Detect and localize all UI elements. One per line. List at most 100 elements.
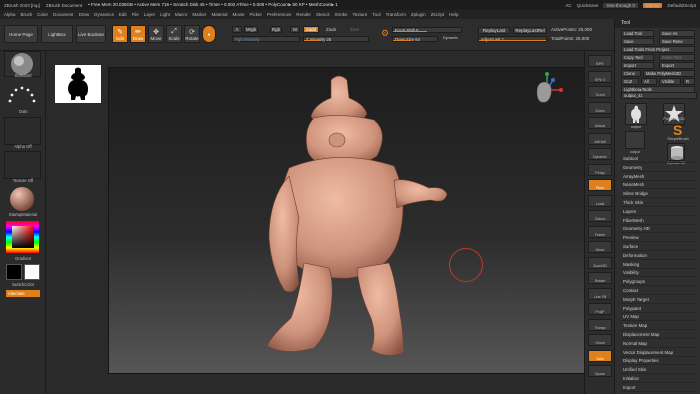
focal-shift-slider[interactable]: Focal Shift 0 xyxy=(392,27,462,33)
menu-edit[interactable]: Edit xyxy=(119,12,127,17)
shelf-button-polyf[interactable]: PolyF xyxy=(588,303,612,315)
stroke-thumbnail[interactable] xyxy=(4,81,41,109)
section-geometry-hd[interactable]: Geometry HD xyxy=(621,225,697,234)
shelf-button-gizmo[interactable]: Gizmo xyxy=(588,210,612,222)
tool-button-r[interactable]: R xyxy=(683,78,695,85)
section-displacement-map[interactable]: Displacement Map xyxy=(621,331,697,339)
section-polygroups[interactable]: Polygroups xyxy=(621,278,697,287)
edit-button[interactable]: ✎ Edit xyxy=(112,25,128,43)
shelf-button-local[interactable]: Local xyxy=(588,194,612,207)
menu-marker[interactable]: Marker xyxy=(192,12,206,17)
home-page-button[interactable]: Home Page xyxy=(4,25,38,43)
viewport-canvas[interactable] xyxy=(108,67,603,374)
shelf-button-zoom[interactable]: Zoom xyxy=(588,101,612,114)
secondary-color-swatch[interactable] xyxy=(24,264,40,280)
section-subtool[interactable]: Subtool xyxy=(621,155,697,163)
tool-button-save-rene[interactable]: Save Rene xyxy=(659,38,695,45)
section-vector-displacement-map[interactable]: Vector Displacement Map xyxy=(621,349,697,357)
tool-thumb-simplebrush[interactable]: S xyxy=(670,122,686,138)
move-button[interactable]: ✥ Move xyxy=(148,25,164,43)
scale-button[interactable]: ⤢ Scale xyxy=(166,25,182,43)
tool-button-load-tool[interactable]: Load Tool xyxy=(621,30,654,37)
menu-layer[interactable]: Layer xyxy=(144,12,155,17)
replay-last-rel-button[interactable]: ReplayLastRel xyxy=(513,27,547,34)
main-color-swatch[interactable] xyxy=(6,264,22,280)
section-unified-skin[interactable]: Unified Skin xyxy=(621,366,697,375)
section-display-properties[interactable]: Display Properties xyxy=(621,357,697,366)
section-arraymesh[interactable]: ArrayMesh xyxy=(621,173,697,181)
menu-draw[interactable]: Draw xyxy=(79,12,90,17)
section-uv-map[interactable]: UV Map xyxy=(621,313,697,322)
menus-button[interactable]: Menus xyxy=(642,2,663,8)
shelf-button-move[interactable]: Move xyxy=(588,241,612,253)
tool-button-load-tools-from-project[interactable]: Load Tools From Project xyxy=(621,46,695,53)
shelf-button-dynamic[interactable]: Dynamic xyxy=(588,148,612,160)
shelf-button-line-fill[interactable]: Line Fill xyxy=(588,287,612,300)
default-script[interactable]: DefaultZScript xyxy=(667,3,696,8)
tool-button-visible[interactable]: Visible xyxy=(659,78,681,85)
menu-tool[interactable]: Tool xyxy=(372,12,380,17)
rgb-intensity-slider[interactable]: Rgb Intensity xyxy=(232,36,300,42)
menu-alpha[interactable]: Alpha xyxy=(4,12,16,17)
shelf-button-actual[interactable]: Actual xyxy=(588,117,612,129)
menu-stencil[interactable]: Stencil xyxy=(316,12,330,17)
tool-button-import[interactable]: Import xyxy=(621,62,654,69)
menu-picker[interactable]: Picker xyxy=(249,12,262,17)
ac-label[interactable]: AC xyxy=(565,3,571,8)
zsub-toggle[interactable]: Zsub xyxy=(326,27,336,32)
shelf-button-bpr[interactable]: BPR xyxy=(588,55,612,67)
tool-button-make-polymesh3d[interactable]: Make PolyMesh3D xyxy=(643,70,695,77)
section-nanomesh[interactable]: NanoMesh xyxy=(621,181,697,190)
section-visibility[interactable]: Visibility xyxy=(621,269,697,278)
shelf-button-frame[interactable]: Frame xyxy=(588,225,612,238)
zadd-toggle[interactable]: Zadd xyxy=(303,26,319,33)
tool-button-clone[interactable]: Clone xyxy=(621,70,641,77)
section-import[interactable]: Import xyxy=(621,384,697,392)
section-geometry[interactable]: Geometry xyxy=(621,164,697,172)
tool-button-save-as[interactable]: Save As xyxy=(659,30,695,37)
shelf-button-transp[interactable]: Transp xyxy=(588,318,612,331)
navigation-gizmo[interactable] xyxy=(527,70,567,110)
tool-thumb-output[interactable] xyxy=(625,103,647,125)
tool-button-goz[interactable]: GoZ xyxy=(621,78,639,85)
menu-zplugin[interactable]: Zplugin xyxy=(411,12,426,17)
live-boolean-button[interactable]: Live Boolean xyxy=(76,25,106,43)
tool-button-all[interactable]: All xyxy=(641,78,657,85)
section-polypaint[interactable]: Polypaint xyxy=(621,305,697,313)
tool-thumb-output-2[interactable] xyxy=(625,131,645,149)
shelf-button-floor[interactable]: Floor xyxy=(588,179,612,191)
shelf-button-solo[interactable]: Solo xyxy=(588,349,612,362)
menu-stroke[interactable]: Stroke xyxy=(335,12,348,17)
alternate-button[interactable]: Alternate xyxy=(6,290,40,297)
sculpt-model[interactable] xyxy=(109,68,604,375)
section-preview[interactable]: Preview xyxy=(621,234,697,243)
shelf-button-ghost[interactable]: Ghost xyxy=(588,334,612,346)
alpha-thumbnail[interactable] xyxy=(4,117,41,145)
menu-brush[interactable]: Brush xyxy=(21,12,33,17)
tool-button-copy-tool[interactable]: Copy Tool xyxy=(621,54,654,61)
menu-macro[interactable]: Macro xyxy=(175,12,188,17)
dynamic-toggle[interactable]: Dynamic xyxy=(443,36,458,40)
menu-material[interactable]: Material xyxy=(211,12,227,17)
section-contact[interactable]: Contact xyxy=(621,287,697,295)
section-masking[interactable]: Masking xyxy=(621,261,697,269)
section-layers[interactable]: Layers xyxy=(621,208,697,216)
sphere-icon[interactable]: ● xyxy=(202,25,216,43)
menu-texture[interactable]: Texture xyxy=(353,12,368,17)
replay-last-button[interactable]: ReplayLast xyxy=(478,27,510,34)
menu-file[interactable]: File xyxy=(132,12,139,17)
menu-preferences[interactable]: Preferences xyxy=(267,12,291,17)
draw-size-slider[interactable]: Draw Size 64 xyxy=(392,36,438,42)
tool-button-export[interactable]: Export xyxy=(659,62,695,69)
shelf-button-aahalf[interactable]: AAHalf xyxy=(588,132,612,145)
menu-light[interactable]: Light xyxy=(160,12,170,17)
menu-movie[interactable]: Movie xyxy=(232,12,244,17)
section-deformation[interactable]: Deformation xyxy=(621,252,697,260)
color-picker[interactable] xyxy=(4,219,41,255)
switch-color-label[interactable]: SwitchColor xyxy=(0,282,46,287)
z-intensity-slider[interactable]: Z Intensity 25 xyxy=(303,36,369,42)
rgb-toggle[interactable]: Rgb xyxy=(270,26,282,33)
mrgb-toggle[interactable]: Mrgb xyxy=(244,26,258,33)
shelf-button-xpose[interactable]: Xpose xyxy=(588,365,612,377)
section-thick-skin[interactable]: Thick Skin xyxy=(621,199,697,207)
